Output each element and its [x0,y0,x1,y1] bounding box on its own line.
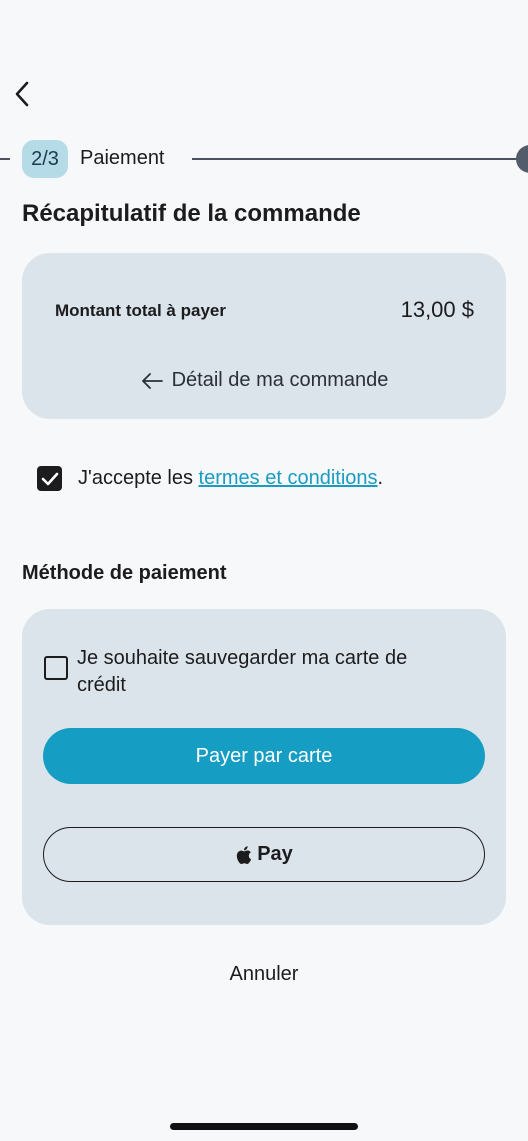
save-card-label: Je souhaite sauvegarder ma carte de créd… [77,647,408,696]
apple-pay-label: Pay [257,843,293,865]
arrow-left-icon [141,372,163,389]
cancel-button[interactable]: Annuler [0,963,528,986]
payment-method-title: Méthode de paiement [22,562,227,584]
terms-conditions-link[interactable]: termes et conditions [199,467,378,489]
terms-checkbox[interactable] [37,466,62,491]
page-title: Récapitulatif de la commande [22,200,361,227]
order-summary-card: Montant total à payer 13,00 $ Détail de … [22,253,506,419]
terms-suffix: . [377,467,384,489]
apple-pay-button[interactable]: Pay [43,827,485,882]
progress-stepper: 2/3 Paiement [0,140,528,178]
total-amount-value: 13,00 $ [400,297,474,322]
step-counter-badge: 2/3 [22,140,68,178]
back-button[interactable] [4,74,40,114]
stepper-next-step-dot [516,145,528,173]
apple-logo-icon [237,845,252,864]
chevron-left-icon [15,81,29,107]
order-detail-link[interactable]: Détail de ma commande [22,369,506,392]
terms-row: J'accepte les termes et conditions. [37,466,383,491]
step-label: Paiement [80,147,165,169]
pay-by-card-button[interactable]: Payer par carte [43,728,485,784]
payment-method-card: Je souhaite sauvegarder ma carte de créd… [22,609,506,925]
terms-text: J'accepte les termes et conditions. [78,467,383,490]
stepper-line-right [192,158,522,160]
checkmark-icon [41,472,58,485]
save-card-checkbox[interactable] [44,656,68,680]
order-detail-link-label: Détail de ma commande [171,369,389,391]
stepper-line-left [0,158,10,160]
total-amount-label: Montant total à payer [55,301,226,320]
save-card-row: Je souhaite sauvegarder ma carte de créd… [44,645,447,699]
terms-prefix: J'accepte les [78,467,199,489]
home-indicator [170,1123,358,1130]
